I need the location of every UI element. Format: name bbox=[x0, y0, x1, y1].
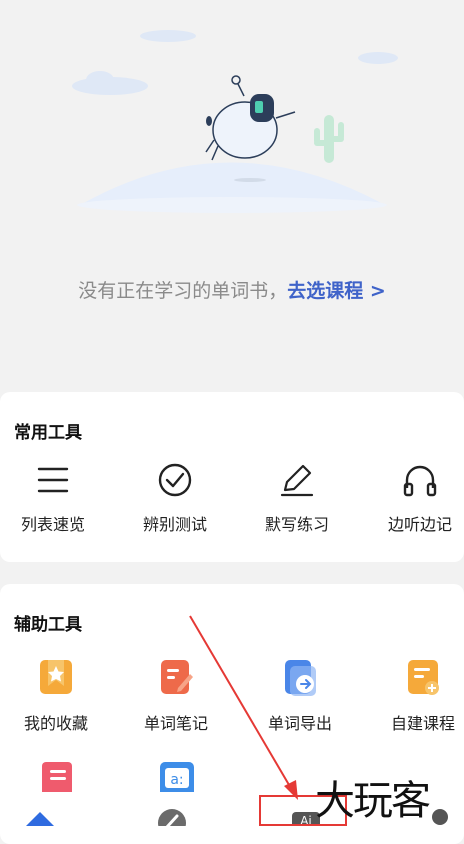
tool-custom-course[interactable]: 自建课程 bbox=[365, 658, 464, 738]
check-circle-icon bbox=[158, 463, 192, 497]
empty-state-message: 没有正在学习的单词书，去选课程 > bbox=[0, 276, 464, 303]
tool-label: 默写练习 bbox=[264, 515, 329, 534]
note-pen-icon bbox=[161, 660, 193, 694]
empty-state-illustration: 没有正在学习的单词书，去选课程 > bbox=[0, 0, 464, 390]
tool-label: 自建课程 bbox=[390, 714, 455, 733]
common-tools-card: 常用工具 列表速览 辨别测试 默写练习 边听边记 bbox=[0, 392, 464, 562]
tool-label: 列表速览 bbox=[20, 515, 85, 534]
headphones-icon bbox=[403, 465, 437, 497]
empty-message-text: 没有正在学习的单词书， bbox=[78, 280, 288, 302]
tool-label: 辨别测试 bbox=[142, 515, 207, 534]
home-icon bbox=[26, 812, 54, 826]
tool-word-notes[interactable]: 单词笔记 bbox=[118, 658, 234, 738]
aux-tools-title: 辅助工具 bbox=[14, 615, 82, 635]
tool-list-overview[interactable]: 列表速览 bbox=[0, 460, 111, 540]
tool-word-export[interactable]: 单词导出 bbox=[242, 658, 358, 738]
choose-course-link[interactable]: 去选课程 > bbox=[287, 280, 386, 302]
pencil-icon bbox=[280, 464, 314, 497]
watermark-text: 大玩客 bbox=[315, 778, 431, 824]
tool-label: 单词导出 bbox=[267, 714, 332, 733]
export-icon bbox=[285, 660, 316, 696]
tool-listen-memorize[interactable]: 边听边记 bbox=[362, 460, 464, 540]
tool-dictation[interactable]: 默写练习 bbox=[239, 460, 355, 540]
tool-label: 边听边记 bbox=[387, 515, 452, 534]
nav-discover[interactable] bbox=[150, 792, 194, 837]
tool-label: 单词笔记 bbox=[143, 714, 208, 733]
tool-identify-test[interactable]: 辨别测试 bbox=[117, 460, 233, 540]
create-course-icon bbox=[408, 660, 439, 695]
list-icon bbox=[37, 467, 69, 493]
nav-home[interactable] bbox=[18, 792, 62, 826]
compass-icon bbox=[158, 809, 186, 837]
svg-text:a:: a: bbox=[170, 772, 183, 788]
tool-label: 我的收藏 bbox=[23, 714, 88, 733]
star-bookmark-icon bbox=[40, 660, 72, 694]
tool-my-favorites[interactable]: 我的收藏 bbox=[0, 658, 114, 738]
common-tools-title: 常用工具 bbox=[14, 423, 82, 443]
